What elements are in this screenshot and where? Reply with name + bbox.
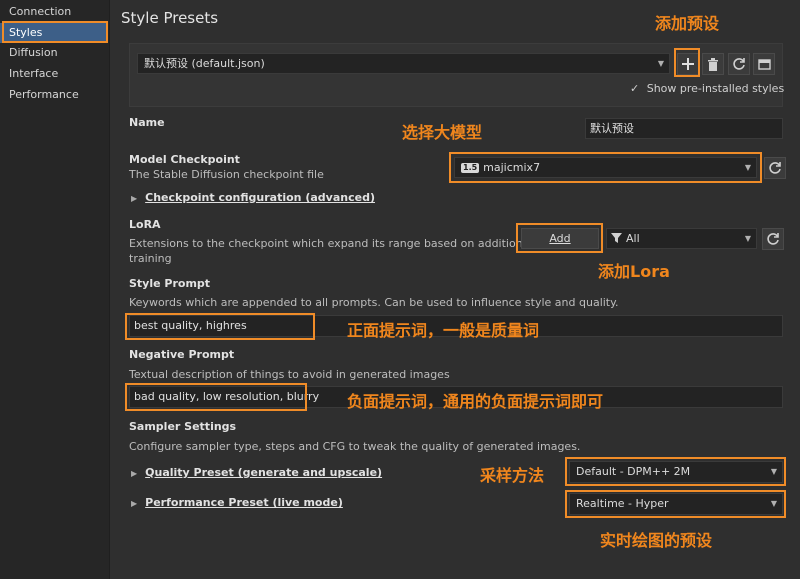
performance-preset-select[interactable]: Realtime - Hyper ▼ (569, 493, 783, 515)
chevron-down-icon: ▼ (744, 163, 751, 172)
trash-icon (708, 57, 718, 71)
quality-preset-select[interactable]: Default - DPM++ 2M ▼ (569, 461, 783, 483)
refresh-icon (733, 58, 745, 70)
preset-select[interactable]: 默认预设 (default.json) ▼ (137, 53, 670, 74)
add-lora-label: Add (549, 232, 571, 245)
sampler-desc: Configure sampler type, steps and CFG to… (129, 440, 581, 453)
quality-preset-text: Quality Preset (generate and upscale) (145, 466, 383, 479)
sidebar: Connection Styles Diffusion Interface Pe… (0, 0, 110, 579)
annotation-add-preset: 添加预设 (655, 14, 720, 33)
chevron-down-icon: ▼ (770, 467, 777, 476)
chevron-down-icon: ▼ (744, 234, 751, 243)
chevron-right-icon: ▶ (131, 499, 138, 508)
name-input[interactable]: 默认预设 (585, 118, 783, 139)
plus-icon (682, 58, 694, 70)
style-prompt-desc: Keywords which are appended to all promp… (129, 296, 619, 309)
annotation-negative: 负面提示词，通用的负面提示词即可 (347, 392, 604, 411)
refresh-icon (767, 233, 779, 245)
name-label: Name (129, 116, 165, 129)
checkpoint-select[interactable]: 1.5 majicmix7 ▼ (454, 157, 757, 178)
lora-desc-line2: training (129, 252, 172, 265)
checkpoint-label: Model Checkpoint (129, 153, 240, 166)
checkpoint-config-label: Checkpoint configuration (advanced) (145, 191, 375, 204)
sidebar-item-connection[interactable]: Connection (0, 2, 108, 22)
sampler-label: Sampler Settings (129, 420, 237, 433)
style-prompt-label: Style Prompt (129, 277, 211, 290)
sidebar-item-diffusion[interactable]: Diffusion (0, 43, 108, 63)
annotation-positive: 正面提示词，一般是质量词 (347, 321, 540, 340)
checkpoint-value: majicmix7 (483, 161, 541, 174)
checkbox-checkmark: ✓ (630, 82, 640, 95)
checkpoint-desc: The Stable Diffusion checkpoint file (129, 168, 324, 181)
lora-filter-value: All (626, 232, 640, 245)
add-preset-button[interactable] (677, 53, 699, 75)
page-title: Style Presets (121, 9, 219, 27)
refresh-lora-button[interactable] (762, 228, 784, 250)
sidebar-item-interface[interactable]: Interface (0, 64, 108, 84)
show-preinstalled-checkbox[interactable]: ✓ Show pre-installed styles (630, 82, 784, 95)
preset-select-value: 默认预设 (default.json) (144, 57, 265, 70)
negative-prompt-desc: Textual description of things to avoid i… (129, 368, 450, 381)
quality-preset-value: Default - DPM++ 2M (576, 465, 691, 478)
sidebar-item-performance[interactable]: Performance (0, 85, 108, 105)
add-lora-button[interactable]: Add (521, 228, 599, 249)
refresh-icon (769, 162, 781, 174)
open-folder-button[interactable] (753, 53, 775, 75)
quality-preset-label: ▶ Quality Preset (generate and upscale) (131, 466, 382, 479)
lora-filter-select[interactable]: All ▼ (606, 228, 757, 249)
chevron-down-icon: ▼ (770, 499, 777, 508)
checkpoint-config-expander[interactable]: ▶ Checkpoint configuration (advanced) (131, 191, 375, 204)
chevron-down-icon: ▼ (657, 59, 664, 68)
sidebar-item-styles[interactable]: Styles (0, 23, 108, 43)
refresh-checkpoints-button[interactable] (764, 157, 786, 179)
show-preinstalled-label: Show pre-installed styles (646, 82, 785, 95)
performance-preset-text: Performance Preset (live mode) (145, 496, 343, 509)
annotation-realtime: 实时绘图的预设 (600, 531, 713, 550)
annotation-select-model: 选择大模型 (402, 123, 483, 142)
sd15-badge: 1.5 (461, 163, 480, 173)
annotation-sampler: 采样方法 (480, 466, 545, 485)
performance-preset-value: Realtime - Hyper (576, 497, 669, 510)
filter-icon (611, 233, 622, 243)
refresh-presets-button[interactable] (728, 53, 750, 75)
performance-preset-label: ▶ Performance Preset (live mode) (131, 496, 343, 509)
chevron-right-icon: ▶ (131, 469, 138, 478)
chevron-right-icon: ▶ (131, 194, 138, 203)
annotation-add-lora: 添加Lora (598, 262, 670, 281)
negative-prompt-label: Negative Prompt (129, 348, 235, 361)
lora-desc-line1: Extensions to the checkpoint which expan… (129, 237, 533, 250)
lora-label: LoRA (129, 218, 161, 231)
folder-icon (757, 59, 771, 70)
delete-preset-button[interactable] (702, 53, 724, 75)
